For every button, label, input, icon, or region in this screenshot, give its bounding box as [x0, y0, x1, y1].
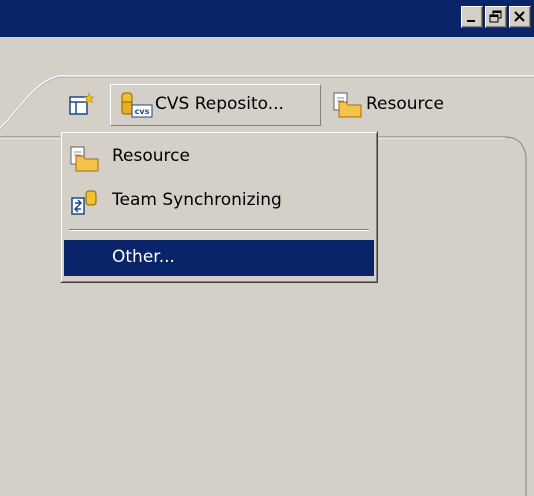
restore-icon: [489, 10, 502, 23]
cvs-repository-icon: cvs: [121, 92, 153, 118]
cvs-perspective-label: CVS Reposito...: [155, 94, 284, 114]
menu-item-team-synchronizing[interactable]: Team Synchronizing: [64, 183, 374, 219]
menu-item-resource[interactable]: Resource: [64, 139, 374, 175]
menu-item-label: Resource: [112, 146, 190, 166]
window-titlebar: [0, 0, 534, 37]
close-button[interactable]: [509, 6, 531, 28]
restore-button[interactable]: [485, 6, 507, 28]
menu-item-other[interactable]: Other...: [64, 240, 374, 276]
resource-folder-icon: [333, 92, 362, 118]
team-synchronizing-icon: [71, 190, 97, 215]
svg-text:cvs: cvs: [135, 107, 150, 116]
menu-item-label: Team Synchronizing: [112, 190, 282, 210]
minimize-button[interactable]: [461, 6, 483, 28]
close-icon: [514, 11, 525, 22]
open-perspective-icon[interactable]: [69, 92, 95, 116]
minimize-icon: [467, 20, 475, 22]
cvs-repository-perspective-button[interactable]: cvs CVS Reposito...: [110, 84, 321, 126]
menu-separator: [69, 229, 369, 231]
resource-perspective-label: Resource: [366, 94, 444, 114]
menu-item-label: Other...: [112, 247, 175, 267]
perspective-menu: Resource Team Synchronizing Other...: [60, 131, 378, 283]
resource-folder-icon: [70, 146, 99, 172]
